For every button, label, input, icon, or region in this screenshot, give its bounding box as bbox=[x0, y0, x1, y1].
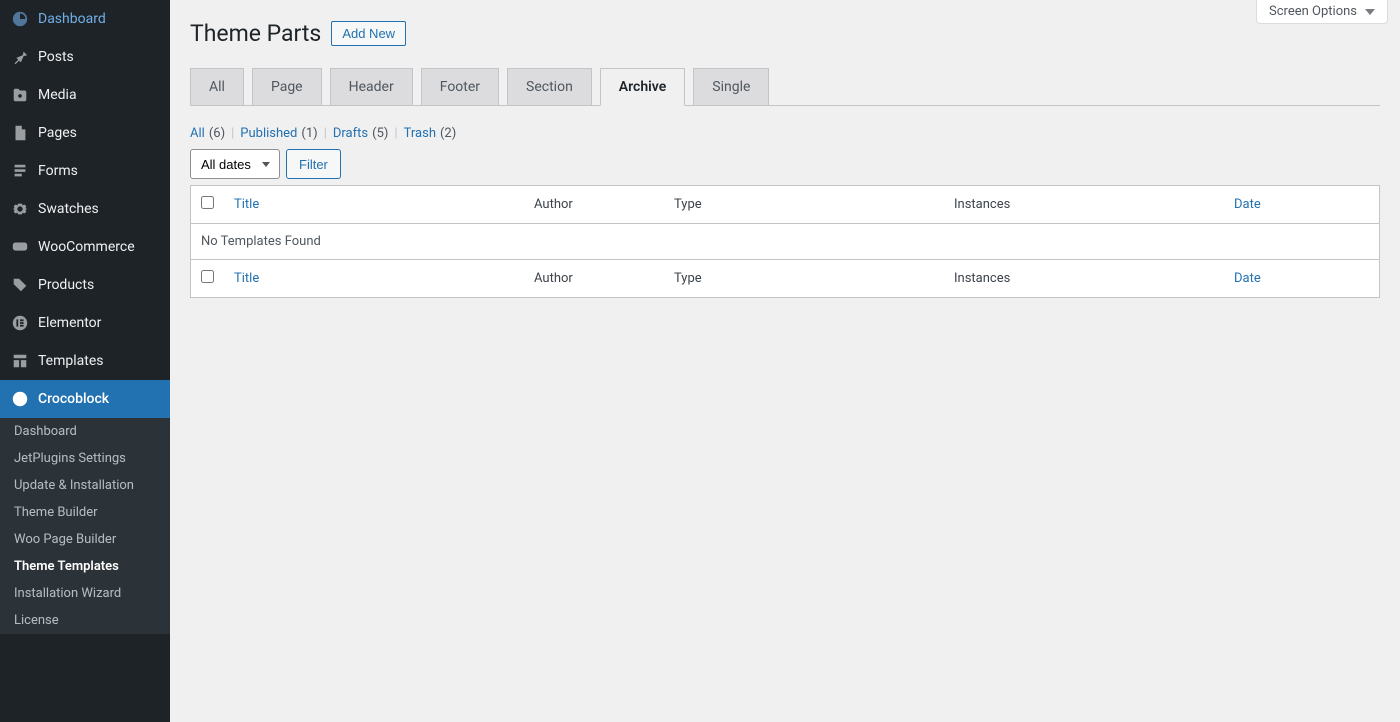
sidebar-label: Posts bbox=[38, 49, 74, 65]
sidebar-item-posts[interactable]: Posts bbox=[0, 38, 170, 76]
tab-archive[interactable]: Archive bbox=[600, 68, 685, 106]
sidebar-item-swatches[interactable]: Swatches bbox=[0, 190, 170, 228]
sidebar-submenu: Dashboard JetPlugins Settings Update & I… bbox=[0, 418, 170, 634]
dates-filter-select[interactable]: All dates bbox=[190, 149, 280, 179]
sidebar-item-dashboard[interactable]: Dashboard bbox=[0, 0, 170, 38]
status-count: (6) bbox=[209, 126, 225, 141]
dashboard-icon bbox=[10, 9, 30, 29]
subitem-license[interactable]: License bbox=[0, 607, 170, 634]
tab-header[interactable]: Header bbox=[330, 68, 413, 106]
tab-single[interactable]: Single bbox=[693, 68, 769, 106]
sidebar-item-woocommerce[interactable]: WooCommerce bbox=[0, 228, 170, 266]
chevron-down-icon bbox=[1365, 4, 1375, 19]
templates-table: Title Author Type Instances Date No Temp… bbox=[190, 185, 1380, 298]
col-title[interactable]: Title bbox=[234, 271, 259, 286]
filter-button[interactable]: Filter bbox=[286, 149, 341, 179]
main-content: Screen Options Theme Parts Add New All P… bbox=[170, 0, 1400, 722]
subitem-theme-templates[interactable]: Theme Templates bbox=[0, 553, 170, 580]
sidebar-label: Forms bbox=[38, 163, 78, 179]
sidebar-label: Crocoblock bbox=[38, 391, 109, 407]
add-new-button[interactable]: Add New bbox=[331, 21, 406, 46]
status-count: (1) bbox=[301, 126, 317, 141]
screen-options-label: Screen Options bbox=[1269, 4, 1357, 19]
subitem-woo-page-builder[interactable]: Woo Page Builder bbox=[0, 526, 170, 553]
status-count: (5) bbox=[372, 126, 388, 141]
status-filter: All (6) | Published (1) | Drafts (5) | T… bbox=[190, 126, 1380, 141]
pages-icon bbox=[10, 123, 30, 143]
tab-all[interactable]: All bbox=[190, 68, 244, 106]
col-author: Author bbox=[534, 197, 573, 212]
col-date[interactable]: Date bbox=[1234, 271, 1261, 286]
crocoblock-icon bbox=[10, 389, 30, 409]
status-drafts[interactable]: Drafts bbox=[333, 126, 368, 141]
empty-message: No Templates Found bbox=[191, 224, 1380, 260]
elementor-icon bbox=[10, 313, 30, 333]
sidebar-label: Swatches bbox=[38, 201, 99, 217]
forms-icon bbox=[10, 161, 30, 181]
admin-sidebar: Dashboard Posts Media Pages Forms Swatch… bbox=[0, 0, 170, 722]
woo-icon bbox=[10, 237, 30, 257]
subitem-theme-builder[interactable]: Theme Builder bbox=[0, 499, 170, 526]
screen-options-button[interactable]: Screen Options bbox=[1256, 0, 1388, 24]
tab-section[interactable]: Section bbox=[507, 68, 592, 106]
select-all-checkbox[interactable] bbox=[201, 196, 214, 209]
sidebar-item-pages[interactable]: Pages bbox=[0, 114, 170, 152]
sidebar-label: Elementor bbox=[38, 315, 101, 331]
sidebar-item-products[interactable]: Products bbox=[0, 266, 170, 304]
gear-icon bbox=[10, 199, 30, 219]
products-icon bbox=[10, 275, 30, 295]
sidebar-label: Media bbox=[38, 87, 77, 103]
sidebar-label: Dashboard bbox=[38, 11, 106, 27]
subitem-installation-wizard[interactable]: Installation Wizard bbox=[0, 580, 170, 607]
tab-footer[interactable]: Footer bbox=[421, 68, 499, 106]
tab-page[interactable]: Page bbox=[252, 68, 322, 106]
col-date[interactable]: Date bbox=[1234, 197, 1261, 212]
col-author: Author bbox=[534, 271, 573, 286]
col-type: Type bbox=[674, 197, 702, 212]
col-type: Type bbox=[674, 271, 702, 286]
sidebar-item-templates[interactable]: Templates bbox=[0, 342, 170, 380]
status-all[interactable]: All bbox=[190, 126, 205, 141]
sidebar-label: Products bbox=[38, 277, 94, 293]
sidebar-label: WooCommerce bbox=[38, 239, 135, 255]
status-trash[interactable]: Trash bbox=[404, 126, 436, 141]
type-filter-tabs: All Page Header Footer Section Archive S… bbox=[190, 67, 1380, 106]
sidebar-item-crocoblock[interactable]: Crocoblock bbox=[0, 380, 170, 418]
col-title[interactable]: Title bbox=[234, 197, 259, 212]
page-title: Theme Parts bbox=[190, 20, 321, 47]
media-icon bbox=[10, 85, 30, 105]
sidebar-item-elementor[interactable]: Elementor bbox=[0, 304, 170, 342]
sidebar-item-forms[interactable]: Forms bbox=[0, 152, 170, 190]
select-all-checkbox-foot[interactable] bbox=[201, 270, 214, 283]
sidebar-label: Pages bbox=[38, 125, 77, 141]
templates-icon bbox=[10, 351, 30, 371]
sidebar-label: Templates bbox=[38, 353, 104, 369]
status-count: (2) bbox=[440, 126, 456, 141]
subitem-update-install[interactable]: Update & Installation bbox=[0, 472, 170, 499]
pin-icon bbox=[10, 47, 30, 67]
table-empty-row: No Templates Found bbox=[191, 224, 1380, 260]
col-instances: Instances bbox=[954, 271, 1010, 286]
subitem-dashboard[interactable]: Dashboard bbox=[0, 418, 170, 445]
status-published[interactable]: Published bbox=[240, 126, 297, 141]
sidebar-item-media[interactable]: Media bbox=[0, 76, 170, 114]
col-instances: Instances bbox=[954, 197, 1010, 212]
subitem-jetplugins[interactable]: JetPlugins Settings bbox=[0, 445, 170, 472]
